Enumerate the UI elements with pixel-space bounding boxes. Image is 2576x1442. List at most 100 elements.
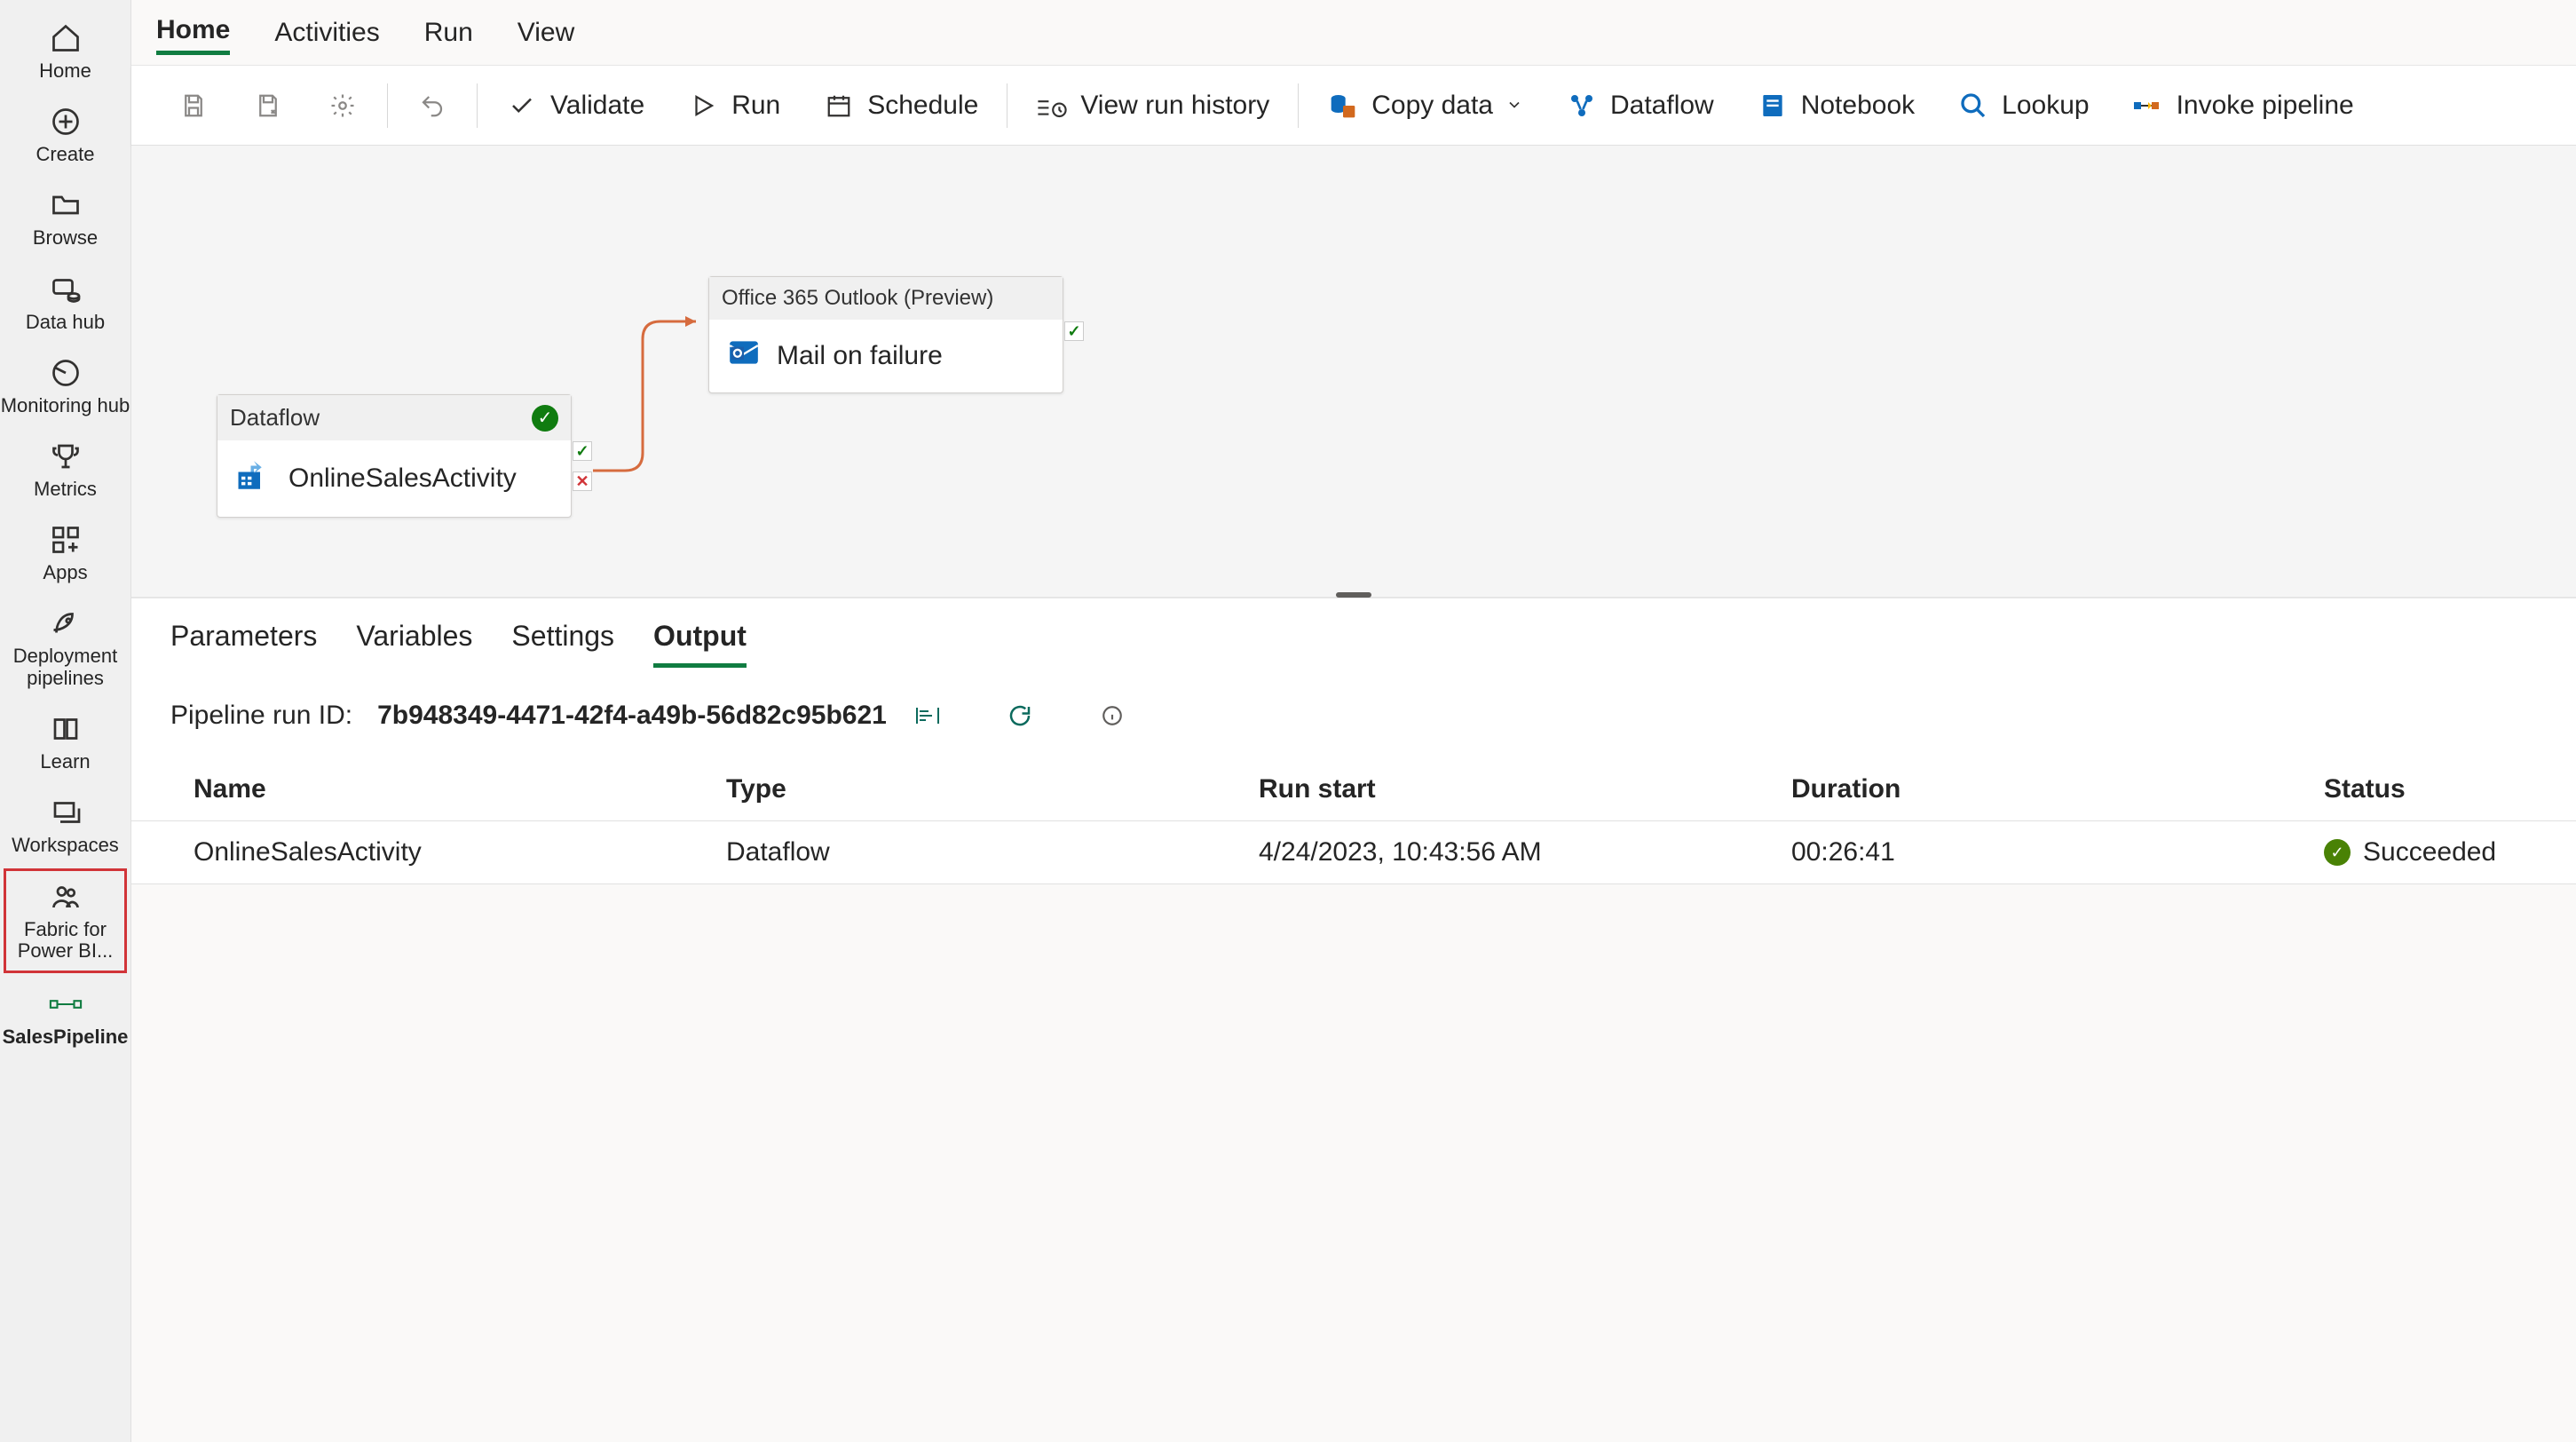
history-icon [1036, 90, 1068, 122]
success-connector-icon[interactable]: ✓ [1064, 321, 1084, 341]
copy-data-icon [1327, 90, 1359, 122]
sidebar-item-workspaces[interactable]: Workspaces [0, 783, 130, 867]
ribbon-tabs: Home Activities Run View [131, 0, 2576, 66]
copy-gantt-icon[interactable] [912, 700, 944, 732]
sidebar-item-browse[interactable]: Browse [0, 176, 130, 259]
sidebar-item-datahub[interactable]: Data hub [0, 260, 130, 344]
validate-label: Validate [550, 91, 644, 121]
sidebar-item-label: SalesPipeline [3, 1026, 129, 1048]
main-area: Home Activities Run View [131, 0, 2576, 1442]
notebook-button[interactable]: Notebook [1735, 81, 1936, 131]
panel-tab-output[interactable]: Output [653, 620, 747, 668]
separator [387, 83, 388, 128]
invoke-pipeline-label: Invoke pipeline [2177, 91, 2354, 121]
failure-connector-icon[interactable]: ✕ [573, 471, 592, 491]
copy-data-button[interactable]: Copy data [1306, 81, 1545, 131]
toolbar: Validate Run Schedule View run history [131, 66, 2576, 146]
validate-button[interactable]: Validate [485, 81, 666, 131]
dataflow-button[interactable]: Dataflow [1545, 81, 1735, 131]
activity-body: Mail on failure [709, 320, 1063, 392]
dataflow-icon [1566, 90, 1598, 122]
sidebar-item-label: Monitoring hub [1, 395, 130, 416]
sidebar-item-metrics[interactable]: Metrics [0, 427, 130, 511]
run-button[interactable]: Run [666, 81, 802, 131]
sidebar-item-deployment[interactable]: Deployment pipelines [0, 594, 130, 699]
schedule-button[interactable]: Schedule [802, 81, 1000, 131]
people-icon [49, 880, 83, 914]
sidebar-item-home[interactable]: Home [0, 9, 130, 92]
output-panel: Parameters Variables Settings Output Pip… [131, 598, 2576, 884]
panel-tabs: Parameters Variables Settings Output [131, 598, 2576, 668]
save-button[interactable] [156, 81, 231, 131]
undo-icon [416, 90, 448, 122]
settings-button[interactable] [305, 81, 380, 131]
panel-resize-handle[interactable] [1336, 592, 1371, 598]
cell-duration: 00:26:41 [1791, 837, 2324, 868]
panel-tab-variables[interactable]: Variables [356, 620, 472, 668]
run-id-value: 7b948349-4471-42f4-a49b-56d82c95b621 [377, 701, 887, 731]
plus-circle-icon [49, 105, 83, 139]
left-sidebar: Home Create Browse Data hub Monitoring h… [0, 0, 131, 1442]
sidebar-item-create[interactable]: Create [0, 92, 130, 176]
failure-connector-arrow [572, 314, 714, 492]
copy-data-label: Copy data [1371, 91, 1493, 121]
chevron-down-icon [1505, 91, 1523, 121]
pipeline-icon [49, 987, 83, 1021]
sidebar-item-label: Home [39, 60, 91, 82]
col-name: Name [194, 774, 726, 804]
search-icon [1957, 90, 1989, 122]
view-run-history-button[interactable]: View run history [1015, 81, 1291, 131]
sidebar-item-monitoring[interactable]: Monitoring hub [0, 344, 130, 427]
sidebar-item-label: Workspaces [12, 835, 119, 856]
sidebar-item-apps[interactable]: Apps [0, 511, 130, 594]
folder-icon [49, 188, 83, 222]
sidebar-item-salespipeline[interactable]: SalesPipeline [0, 975, 130, 1058]
lookup-label: Lookup [2002, 91, 2089, 121]
apps-icon [49, 523, 83, 557]
panel-tab-parameters[interactable]: Parameters [170, 620, 317, 668]
schedule-label: Schedule [867, 91, 978, 121]
status-success-icon: ✓ [2324, 839, 2351, 866]
play-icon [687, 90, 719, 122]
table-row[interactable]: OnlineSalesActivity Dataflow 4/24/2023, … [131, 821, 2576, 884]
cell-runstart: 4/24/2023, 10:43:56 AM [1259, 837, 1791, 868]
pipeline-canvas[interactable]: Dataflow ✓ OnlineSalesActivity ✓ ✕ Offic… [131, 146, 2576, 598]
panel-tab-settings[interactable]: Settings [511, 620, 614, 668]
sidebar-item-label: Data hub [26, 312, 105, 333]
sidebar-item-label: Create [36, 144, 94, 165]
separator [1298, 83, 1299, 128]
invoke-pipeline-button[interactable]: Invoke pipeline [2111, 81, 2375, 131]
ribbon-tab-run[interactable]: Run [424, 12, 473, 53]
ribbon-tab-home[interactable]: Home [156, 10, 230, 55]
info-icon[interactable] [1096, 700, 1128, 732]
activity-header: Office 365 Outlook (Preview) [709, 277, 1063, 320]
cell-name: OnlineSalesActivity [194, 837, 726, 868]
run-id-row: Pipeline run ID: 7b948349-4471-42f4-a49b… [131, 668, 2576, 758]
saveas-button[interactable] [231, 81, 305, 131]
cell-type: Dataflow [726, 837, 1259, 868]
sidebar-item-fabric[interactable]: Fabric for Power BI... [4, 868, 127, 973]
activity-mail[interactable]: Office 365 Outlook (Preview) Mail on fai… [708, 276, 1063, 393]
monitoring-icon [49, 356, 83, 390]
lookup-button[interactable]: Lookup [1936, 81, 2110, 131]
activity-type-label: Dataflow [230, 404, 320, 432]
activity-header: Dataflow ✓ [217, 395, 571, 440]
notebook-label: Notebook [1801, 91, 1915, 121]
trophy-icon [49, 440, 83, 473]
ribbon-tab-view[interactable]: View [518, 12, 574, 53]
ribbon-tab-activities[interactable]: Activities [274, 12, 379, 53]
sidebar-item-learn[interactable]: Learn [0, 700, 130, 783]
run-id-label: Pipeline run ID: [170, 701, 352, 731]
saveas-icon [252, 90, 284, 122]
check-icon [506, 90, 538, 122]
activity-dataflow[interactable]: Dataflow ✓ OnlineSalesActivity ✓ ✕ [217, 394, 572, 518]
col-status: Status [2324, 774, 2514, 804]
undo-button[interactable] [395, 81, 470, 131]
rocket-icon [49, 606, 83, 640]
refresh-icon[interactable] [1004, 700, 1036, 732]
activity-type-label: Office 365 Outlook (Preview) [722, 286, 993, 311]
activity-body: OnlineSalesActivity [217, 440, 571, 517]
success-connector-icon[interactable]: ✓ [573, 441, 592, 461]
save-icon [178, 90, 209, 122]
calendar-icon [823, 90, 855, 122]
